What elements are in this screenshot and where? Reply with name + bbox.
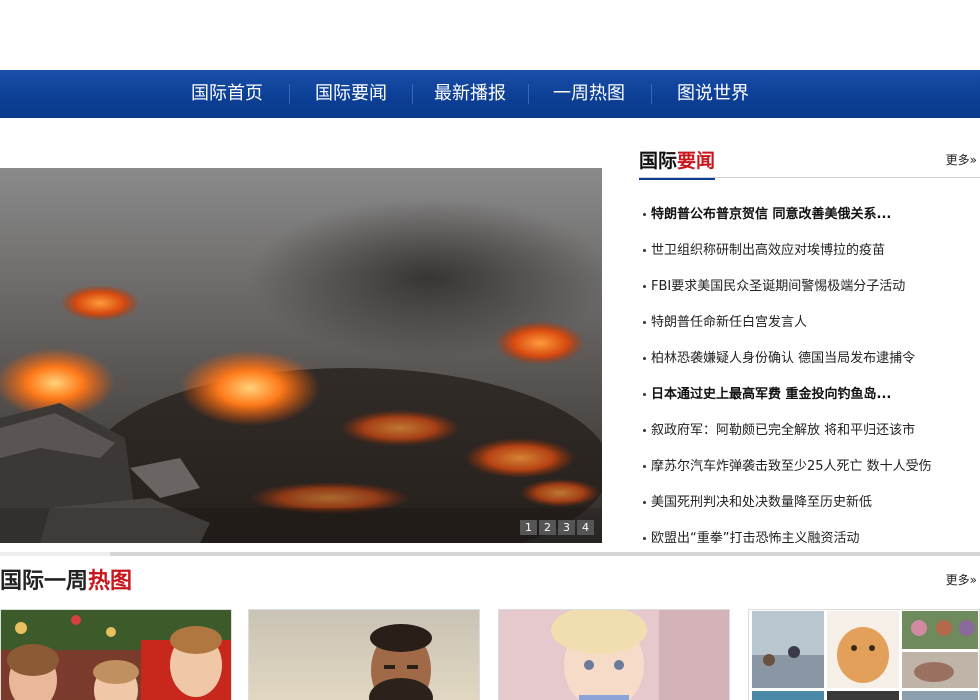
divider-grey-segment (110, 552, 980, 556)
bullet-icon (643, 429, 646, 432)
news-item[interactable]: 特朗普任命新任白宫发言人 (643, 305, 980, 341)
news-item[interactable]: 特朗普公布普京贺信 同意改善美俄关系... (643, 197, 980, 233)
news-item[interactable]: 世卫组织称研制出高效应对埃博拉的疫苗 (643, 233, 980, 269)
nav-separator (528, 84, 529, 104)
news-item[interactable]: 柏林恐袭嫌疑人身份确认 德国当局发布逮捕令 (643, 341, 980, 377)
children-christmas-photo[interactable] (1, 610, 232, 700)
news-item[interactable]: 日本通过史上最高军费 重金投向钓鱼岛... (643, 377, 980, 413)
slide-number-2[interactable]: 2 (539, 520, 556, 535)
bullet-icon (643, 357, 646, 360)
news-more-link[interactable]: 更多» (946, 151, 977, 168)
weekly-photo-thumbnail[interactable] (248, 609, 480, 700)
news-item-text[interactable]: 摩苏尔汽车炸弹袭击致至少25人死亡 数十人受伤 (651, 459, 932, 474)
weekly-title-red-part: 热图 (88, 568, 133, 594)
hero-fire-photo[interactable] (0, 168, 602, 543)
nav-item-latest-reports[interactable]: 最新播报 (434, 70, 506, 118)
news-item[interactable]: 美国死刑判决和处决数量降至历史新低 (643, 485, 980, 521)
news-item[interactable]: 摩苏尔汽车炸弹袭击致至少25人死亡 数十人受伤 (643, 449, 980, 485)
bullet-icon (643, 393, 646, 396)
bullet-icon (643, 249, 646, 252)
doll-photo[interactable] (499, 610, 730, 700)
nav-separator (651, 84, 652, 104)
nav-item-international-home[interactable]: 国际首页 (191, 70, 263, 118)
news-item-text[interactable]: 特朗普任命新任白宫发言人 (651, 315, 807, 330)
photo-collage[interactable] (749, 610, 980, 700)
news-item[interactable]: 叙政府军：阿勒颇已完全解放 将和平归还该市 (643, 413, 980, 449)
bullet-icon (643, 501, 646, 504)
bearded-man-photo[interactable] (249, 610, 480, 700)
section-divider (0, 552, 980, 556)
bullet-icon (643, 213, 646, 216)
bullet-icon (643, 537, 646, 540)
slide-number-1[interactable]: 1 (520, 520, 537, 535)
news-item[interactable]: FBI要求美国民众圣诞期间警惕极端分子活动 (643, 269, 980, 305)
divider-light-segment (0, 552, 110, 556)
news-item-text[interactable]: 欧盟出“重拳”打击恐怖主义融资活动 (651, 531, 859, 546)
weekly-photo-thumbnail[interactable] (498, 609, 730, 700)
bullet-icon (643, 465, 646, 468)
weekly-title-black-part: 国际一周 (0, 568, 89, 594)
nav-item-international-news[interactable]: 国际要闻 (315, 70, 387, 118)
weekly-photo-thumbnail[interactable] (0, 609, 232, 700)
news-item-text[interactable]: 特朗普公布普京贺信 同意改善美俄关系... (651, 207, 891, 222)
slide-number-group: 1 2 3 4 (520, 520, 594, 535)
bullet-icon (643, 285, 646, 288)
news-item-text[interactable]: FBI要求美国民众圣诞期间警惕极端分子活动 (651, 279, 905, 294)
news-item-text[interactable]: 美国死刑判决和处决数量降至历史新低 (651, 495, 872, 510)
hero-slideshow[interactable]: 1 2 3 4 (0, 168, 602, 543)
main-nav: 国际首页 国际要闻 最新播报 一周热图 图说世界 (0, 70, 980, 118)
news-item-text[interactable]: 日本通过史上最高军费 重金投向钓鱼岛... (651, 387, 891, 402)
news-section-title: 国际要闻 (639, 146, 716, 180)
international-news-panel: 国际要闻 更多» 特朗普公布普京贺信 同意改善美俄关系... 世卫组织称研制出高… (639, 142, 980, 557)
news-title-red-part: 要闻 (677, 150, 716, 172)
weekly-photo-thumbnail[interactable] (748, 609, 980, 700)
news-section-header: 国际要闻 更多» (639, 142, 980, 180)
news-item-text[interactable]: 柏林恐袭嫌疑人身份确认 德国当局发布逮捕令 (651, 351, 915, 366)
nav-item-world-in-pictures[interactable]: 图说世界 (677, 70, 749, 118)
news-item-text[interactable]: 叙政府军：阿勒颇已完全解放 将和平归还该市 (651, 423, 915, 438)
nav-separator (289, 84, 290, 104)
bullet-icon (643, 321, 646, 324)
nav-item-weekly-photos[interactable]: 一周热图 (553, 70, 625, 118)
slide-number-3[interactable]: 3 (558, 520, 575, 535)
nav-separator (412, 84, 413, 104)
news-list: 特朗普公布普京贺信 同意改善美俄关系... 世卫组织称研制出高效应对埃博拉的疫苗… (639, 197, 980, 557)
news-title-black-part: 国际 (639, 150, 678, 172)
weekly-photos-title: 国际一周热图 (0, 563, 132, 595)
news-item-text[interactable]: 世卫组织称研制出高效应对埃博拉的疫苗 (651, 243, 885, 258)
slide-number-4[interactable]: 4 (577, 520, 594, 535)
weekly-more-link[interactable]: 更多» (946, 571, 977, 588)
